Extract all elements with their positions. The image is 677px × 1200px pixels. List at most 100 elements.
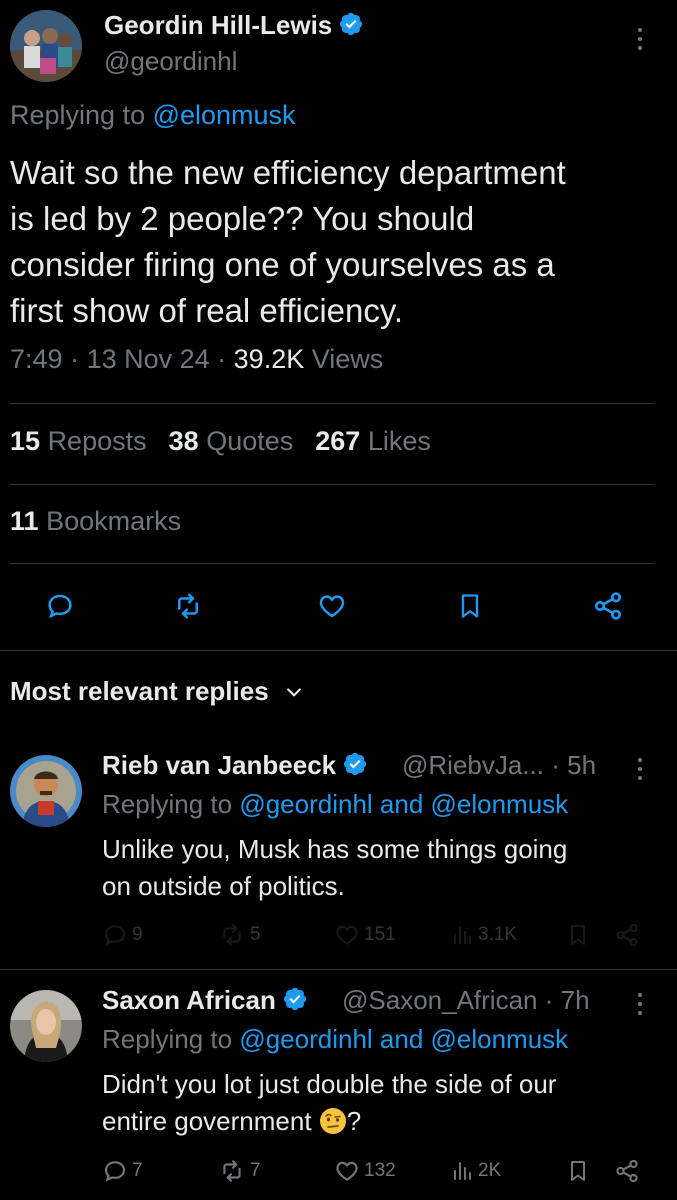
quotes-stat[interactable]: 38 Quotes [169, 426, 316, 456]
share-icon [616, 1159, 638, 1183]
views-count: 3.1K [478, 924, 518, 945]
replying-prefix: Replying to [102, 789, 240, 819]
reply-replying-to: Replying to @geordinhl and @elonmusk [102, 789, 568, 820]
repost-icon[interactable] [168, 586, 208, 626]
views-icon [454, 1162, 471, 1180]
author-name-text: Geordin Hill-Lewis [104, 10, 333, 40]
reply-like-button[interactable]: 151 [334, 922, 396, 948]
author-handle[interactable]: @geordinhl [104, 46, 237, 77]
reply-text-line: entire government [102, 1106, 312, 1136]
share-icon [616, 923, 638, 947]
reply-count: 9 [132, 924, 143, 945]
engagement-stats: 15 Reposts 38 Quotes 267 Likes [10, 426, 453, 457]
verified-badge-icon [340, 12, 363, 36]
tweet-time[interactable]: 7:49 [10, 344, 63, 374]
tweet-text-line: first show of real efficiency. [10, 292, 404, 329]
divider [0, 969, 677, 970]
reply-author-name-text: Saxon African [102, 985, 276, 1015]
reply-text-line: on outside of politics. [102, 871, 345, 901]
reply-actions: 7 7 132 2K [102, 1158, 662, 1190]
reply-like-button[interactable]: 132 [334, 1158, 396, 1184]
repost-icon [223, 1160, 241, 1182]
bookmark-icon [571, 1161, 585, 1181]
reply-icon [104, 1161, 126, 1182]
meta-separator: · [62, 344, 87, 374]
more-options-icon[interactable] [636, 28, 644, 50]
tweet-text-line: is led by 2 people?? You should [10, 200, 475, 237]
more-options-icon[interactable] [636, 993, 644, 1015]
reply-icon[interactable] [40, 586, 80, 626]
reply-author-handle[interactable]: @RiebvJa... [402, 750, 544, 780]
reply-replying-to: Replying to @geordinhl and @elonmusk [102, 1024, 568, 1055]
bookmark-icon [571, 925, 585, 945]
reply-views-button[interactable]: 2K [450, 1158, 501, 1184]
divider [10, 484, 655, 485]
bookmarks-count: 11 [10, 506, 39, 536]
tweet-text: Wait so the new efficiency department is… [10, 150, 660, 334]
repost-icon [223, 924, 241, 946]
tweet-meta: 7:49 · 13 Nov 24 · 39.2K Views [10, 344, 383, 375]
reply-text-suffix: ? [346, 1106, 362, 1136]
replying-to-link[interactable]: @geordinhl and @elonmusk [239, 1024, 568, 1054]
reply-author-name[interactable]: Rieb van Janbeeck [102, 750, 368, 781]
views-count: 39.2K [233, 344, 305, 374]
divider [10, 403, 655, 404]
likes-stat[interactable]: 267 Likes [315, 426, 453, 456]
reply-text-line-with-emoji: entire government ? [102, 1103, 662, 1140]
reposts-stat[interactable]: 15 Reposts [10, 426, 169, 456]
repost-count: 7 [250, 1160, 261, 1181]
reply-author-name[interactable]: Saxon African [102, 985, 308, 1016]
reply-repost-button[interactable]: 7 [218, 1158, 261, 1184]
reply-views-button[interactable]: 3.1K [450, 922, 517, 948]
share-icon[interactable] [588, 586, 628, 626]
reply-avatar[interactable] [10, 755, 82, 827]
meta-separator: · [209, 344, 234, 374]
reply-count: 7 [132, 1160, 143, 1181]
chevron-down-icon [287, 688, 301, 697]
author-avatar[interactable] [10, 10, 82, 82]
views-icon [454, 926, 471, 944]
reposts-count: 15 [10, 426, 41, 456]
reply-time[interactable]: 7h [561, 985, 590, 1015]
reply-reply-button[interactable]: 9 [102, 922, 143, 948]
like-icon[interactable] [312, 586, 352, 626]
reply-handle-time: @Saxon_African · 7h [342, 985, 590, 1015]
reply-avatar[interactable] [10, 990, 82, 1062]
reply-repost-button[interactable]: 5 [218, 922, 261, 948]
replying-to: Replying to @elonmusk [10, 100, 296, 131]
tweet-actions [0, 586, 677, 630]
reply-time[interactable]: 5h [567, 750, 596, 780]
replying-prefix: Replying to [10, 100, 153, 130]
quotes-label: Quotes [206, 426, 294, 456]
like-icon [336, 925, 358, 945]
views-count: 2K [478, 1160, 502, 1181]
replies-sort-label: Most relevant replies [10, 676, 269, 706]
bookmarks-stat[interactable]: 11 Bookmarks [10, 506, 181, 537]
replying-prefix: Replying to [102, 1024, 240, 1054]
replying-to-link[interactable]: @geordinhl and @elonmusk [239, 789, 568, 819]
face-with-raised-eyebrow-emoji [319, 1108, 346, 1134]
reply-reply-button[interactable]: 7 [102, 1158, 143, 1184]
repost-count: 5 [250, 924, 261, 945]
reply-share-button[interactable] [614, 1158, 640, 1184]
reply-author-handle[interactable]: @Saxon_African [342, 985, 538, 1015]
reply-text-line: Didn't you lot just double the side of o… [102, 1069, 557, 1099]
replying-to-link[interactable]: @elonmusk [153, 100, 296, 130]
bookmarks-label: Bookmarks [46, 506, 182, 536]
replies-sort-toggle[interactable]: Most relevant replies [10, 676, 304, 707]
reply-text-line: Unlike you, Musk has some things going [102, 834, 568, 864]
views-label: Views [311, 344, 384, 374]
like-count: 151 [364, 924, 396, 945]
reply-text: Didn't you lot just double the side of o… [102, 1066, 662, 1140]
bookmark-icon[interactable] [450, 586, 490, 626]
more-options-icon[interactable] [636, 758, 644, 780]
reply-bookmark-button[interactable] [566, 922, 590, 948]
author-name[interactable]: Geordin Hill-Lewis [104, 10, 364, 41]
reply-bookmark-button[interactable] [566, 1158, 590, 1184]
reply-author-name-text: Rieb van Janbeeck [102, 750, 337, 780]
tweet-date[interactable]: 13 Nov 24 [87, 344, 210, 374]
reposts-label: Reposts [47, 426, 147, 456]
verified-badge-icon [283, 987, 306, 1011]
likes-count: 267 [315, 426, 361, 456]
reply-share-button[interactable] [614, 922, 640, 948]
